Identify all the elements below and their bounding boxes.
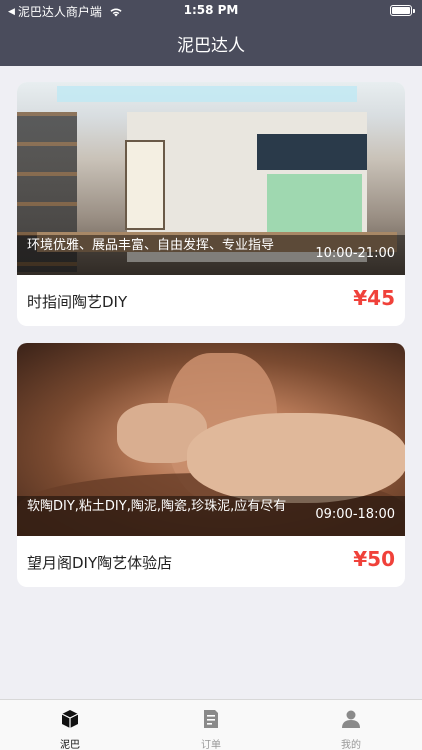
- page-title: 泥巴达人: [177, 36, 245, 56]
- tab-label: 我的: [341, 740, 361, 750]
- tab-bar: 泥巴 订单 我的: [0, 699, 422, 750]
- photo-overlay: 软陶DIY,粘土DIY,陶泥,陶瓷,珍珠泥,应有尽有 09:00-18:00: [17, 496, 405, 536]
- battery-fill: [392, 7, 410, 14]
- shop-info: 时指间陶艺DIY ¥45: [17, 275, 405, 326]
- photo-overlay: 环境优雅、展品丰富、自由发挥、专业指导 10:00-21:00: [17, 235, 405, 275]
- document-icon: [204, 710, 218, 728]
- tab-label: 泥巴: [60, 740, 80, 750]
- shop-description: 环境优雅、展品丰富、自由发挥、专业指导: [27, 238, 275, 253]
- status-time: 1:58 PM: [183, 3, 239, 17]
- shop-hours: 10:00-21:00: [315, 246, 395, 261]
- shop-price: ¥45: [353, 286, 395, 310]
- shop-info: 望月阁DIY陶艺体验店 ¥50: [17, 536, 405, 587]
- tab-mud[interactable]: 泥巴: [30, 700, 110, 750]
- shop-name: 望月阁DIY陶艺体验店: [27, 554, 173, 572]
- header: ◀ 泥巴达人商户端 1:58 PM 泥巴达人: [0, 0, 422, 66]
- cube-icon: [61, 710, 79, 728]
- person-icon: [342, 710, 360, 728]
- tab-orders[interactable]: 订单: [171, 700, 251, 750]
- shop-name: 时指间陶艺DIY: [27, 293, 128, 311]
- shop-price: ¥50: [353, 547, 395, 571]
- battery-icon: [390, 5, 415, 16]
- shop-description: 软陶DIY,粘土DIY,陶泥,陶瓷,珍珠泥,应有尽有: [27, 499, 287, 514]
- status-bar: ◀ 泥巴达人商户端 1:58 PM: [0, 0, 422, 22]
- shop-card[interactable]: 环境优雅、展品丰富、自由发挥、专业指导 10:00-21:00 时指间陶艺DIY…: [17, 82, 405, 326]
- shop-card[interactable]: 软陶DIY,粘土DIY,陶泥,陶瓷,珍珠泥,应有尽有 09:00-18:00 望…: [17, 343, 405, 587]
- shop-hours: 09:00-18:00: [315, 507, 395, 522]
- shop-photo: 环境优雅、展品丰富、自由发挥、专业指导 10:00-21:00: [17, 82, 405, 275]
- shop-photo: 软陶DIY,粘土DIY,陶泥,陶瓷,珍珠泥,应有尽有 09:00-18:00: [17, 343, 405, 536]
- tab-mine[interactable]: 我的: [311, 700, 391, 750]
- tab-label: 订单: [201, 740, 221, 750]
